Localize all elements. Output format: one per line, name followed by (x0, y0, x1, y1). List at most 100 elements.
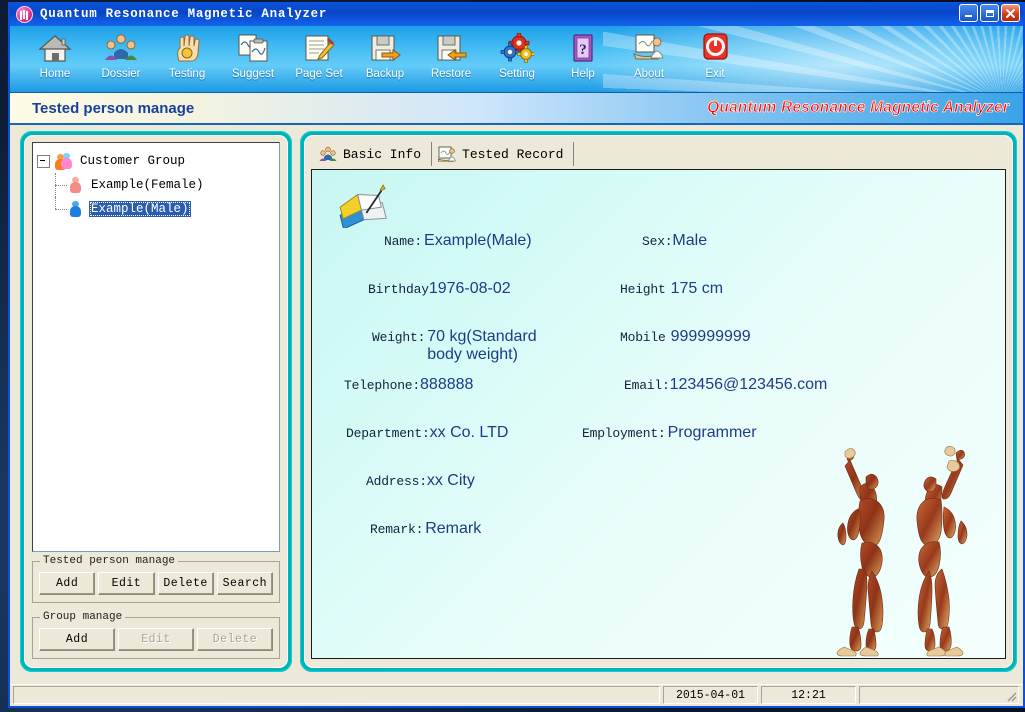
detail-panel: Basic Info Tested Record (300, 131, 1017, 672)
tree-connector (51, 197, 69, 221)
toolbar-button-help[interactable]: ? Help (550, 26, 616, 88)
status-bar: 2015-04-01 12:21 (10, 684, 1023, 706)
clipboard-chart-icon (233, 31, 273, 65)
group-legend: Tested person manage (40, 555, 178, 567)
tab-strip: Basic Info Tested Record (311, 140, 1006, 166)
field-label: Height (620, 282, 666, 297)
toolbar-label: Dossier (102, 68, 141, 80)
field-value: 888888 (420, 376, 473, 394)
toolbar-button-about[interactable]: About (616, 26, 682, 88)
tab-label: Basic Info (343, 147, 421, 162)
tree-node-label: Example(Male) (89, 201, 191, 217)
field-value: 999999999 (671, 328, 751, 346)
record-clipboard-icon (438, 146, 456, 162)
maximize-button[interactable] (980, 4, 999, 22)
field-height: Height 175 cm (620, 280, 723, 298)
field-birthday: Birthday 1976-08-02 (368, 280, 511, 298)
toolbar-button-home[interactable]: Home (22, 26, 88, 88)
person-female-icon (69, 177, 82, 193)
field-mobile: Mobile 999999999 (620, 328, 751, 346)
field-value: Male (672, 232, 707, 250)
field-value: Remark (425, 520, 481, 538)
field-sex: Sex: Male (642, 232, 707, 250)
main-toolbar: Home Dossier T (10, 26, 1023, 93)
window-title: Quantum Resonance Magnetic Analyzer (40, 7, 327, 21)
tree-node-example-female[interactable]: Example(Female) (37, 173, 275, 197)
field-label: Address: (366, 474, 427, 489)
customer-tree[interactable]: Customer Group Example(Female) (32, 142, 280, 552)
close-icon (1005, 8, 1016, 19)
field-remark: Remark: Remark (370, 520, 481, 538)
svg-text:?: ? (579, 42, 587, 58)
toolbar-button-page-set[interactable]: Page Set (286, 26, 352, 88)
toolbar-label: Setting (499, 68, 535, 80)
toolbar-label: About (634, 68, 664, 80)
field-label: Employment: (582, 426, 666, 441)
tab-tested-record[interactable]: Tested Record (432, 142, 574, 166)
field-label: Mobile (620, 330, 666, 345)
field-label: Name: (384, 234, 422, 249)
status-extra (859, 686, 1019, 704)
person-delete-button[interactable]: Delete (158, 572, 214, 595)
exit-power-icon (695, 31, 735, 65)
group-manage-group: Group manage Add Edit Delete (32, 617, 280, 659)
status-time: 12:21 (761, 686, 856, 704)
window-controls (959, 4, 1020, 22)
field-name: Name: Example(Male) (384, 232, 532, 250)
tree-node-root[interactable]: Customer Group (37, 149, 275, 173)
brand-title: Quantum Resonance Magnetic Analyzer (707, 99, 1009, 117)
tree-connector (51, 173, 69, 197)
person-edit-button[interactable]: Edit (98, 572, 154, 595)
minimize-button[interactable] (959, 4, 978, 22)
person-search-button[interactable]: Search (217, 572, 273, 595)
tab-basic-info[interactable]: Basic Info (313, 142, 432, 166)
gears-icon (497, 31, 537, 65)
customer-group-icon (54, 153, 72, 169)
help-book-icon: ? (563, 31, 603, 65)
toolbar-button-testing[interactable]: Testing (154, 26, 220, 88)
sidebar-panel: Customer Group Example(Female) (20, 131, 292, 672)
group-legend: Group manage (40, 611, 125, 623)
toolbar-button-suggest[interactable]: Suggest (220, 26, 286, 88)
toolbar-label: Backup (366, 68, 404, 80)
toolbar-button-setting[interactable]: Setting (484, 26, 550, 88)
toolbar-label: Home (40, 68, 71, 80)
body-area: Customer Group Example(Female) (10, 125, 1023, 684)
field-email: Email: 123456@123456.com (624, 376, 827, 394)
page-setup-icon (299, 31, 339, 65)
toolbar-label: Restore (431, 68, 471, 80)
muscle-anatomy-figures (810, 443, 995, 658)
book-pen-icon (334, 180, 388, 228)
field-value: xx City (427, 472, 475, 490)
field-value: 123456@123456.com (670, 376, 828, 394)
hand-scan-icon (167, 31, 207, 65)
tree-collapse-toggle[interactable] (37, 155, 50, 168)
tree-node-example-male[interactable]: Example(Male) (37, 197, 275, 221)
field-department: Department: xx Co. LTD (346, 424, 508, 442)
field-weight: Weight: 70 kg(Standard body weight) (372, 328, 557, 364)
toolbar-button-restore[interactable]: Restore (418, 26, 484, 88)
field-value: Programmer (668, 424, 757, 442)
person-add-button[interactable]: Add (39, 572, 95, 595)
application-window: Quantum Resonance Magnetic Analyzer (8, 2, 1025, 708)
toolbar-button-backup[interactable]: Backup (352, 26, 418, 88)
group-add-button[interactable]: Add (39, 628, 115, 651)
tab-label: Tested Record (462, 147, 563, 162)
page-title: Tested person manage (32, 100, 194, 117)
field-label: Weight: (372, 330, 425, 345)
app-logo-icon (16, 6, 33, 23)
toolbar-button-dossier[interactable]: Dossier (88, 26, 154, 88)
title-bar: Quantum Resonance Magnetic Analyzer (10, 2, 1023, 26)
tree-node-label: Customer Group (78, 153, 187, 169)
field-value: xx Co. LTD (430, 424, 509, 442)
status-message (13, 686, 660, 704)
group-delete-button: Delete (197, 628, 273, 651)
resize-grip-icon[interactable] (1004, 689, 1017, 702)
toolbar-button-exit[interactable]: Exit (682, 26, 748, 88)
field-label: Email: (624, 378, 670, 393)
close-button[interactable] (1001, 4, 1020, 22)
toolbar-label: Testing (169, 68, 205, 80)
people-group-icon (319, 146, 337, 162)
restore-disk-icon (431, 31, 471, 65)
field-label: Remark: (370, 522, 423, 537)
